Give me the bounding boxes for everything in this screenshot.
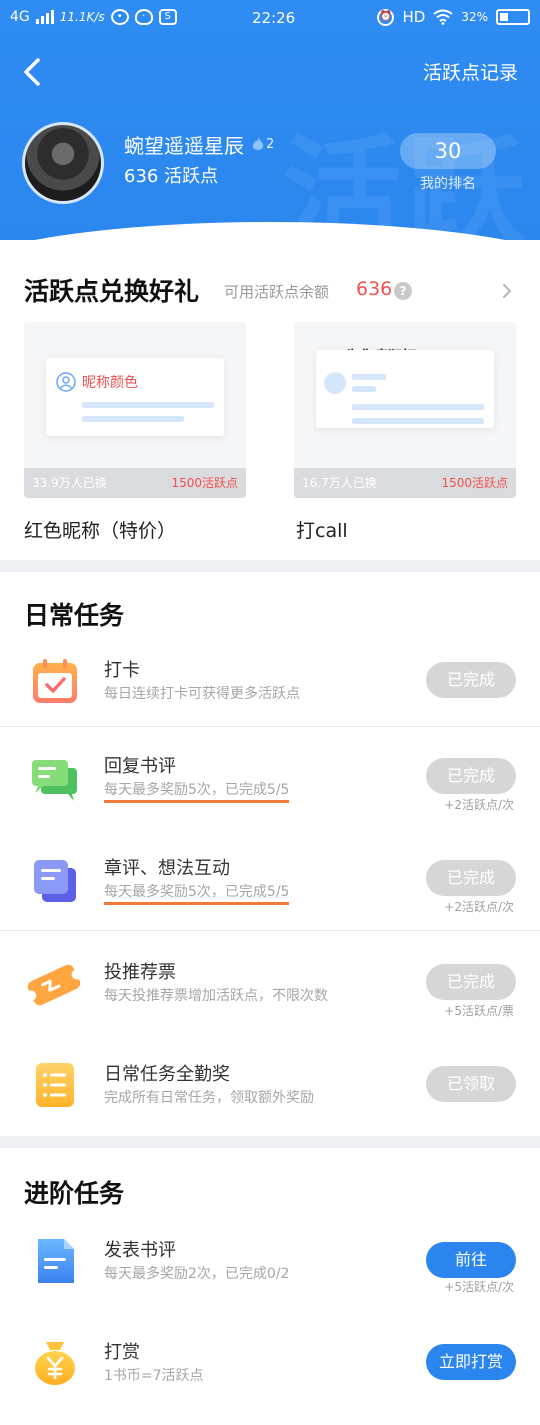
status-bar: 4G 11.1K/s • · S 22:26 ⏰ HD 32%	[0, 0, 540, 36]
gift-card-call[interactable]: 为你疯狂打Call 16.7万人已换 1500活跃点	[294, 322, 516, 498]
network-label: 4G	[10, 9, 30, 25]
task-reward: +2活跃点/次	[444, 900, 514, 914]
calendar-check-icon	[33, 659, 77, 703]
gift-preview: 昵称颜色	[46, 358, 224, 436]
signal-icon	[35, 10, 54, 24]
user-name-row: 蜿望遥遥星辰 2	[124, 130, 274, 159]
task-desc: 每日连续打卡可获得更多活跃点	[104, 686, 300, 702]
task-title: 投推荐票	[104, 962, 176, 983]
task-claimed-button[interactable]: 已领取	[426, 1066, 516, 1102]
wechat-icon: •	[110, 9, 129, 25]
row-separator	[0, 930, 540, 931]
task-row-chapter-comment: 章评、想法互动 每天最多奖励5次，已完成5/5 已完成 +2活跃点/次	[0, 850, 540, 930]
header-banner: 活跃	[0, 0, 540, 240]
task-desc: 每天最多奖励5次，已完成5/5	[104, 881, 290, 905]
task-desc: 每天最多奖励2次，已完成0/2	[104, 1266, 290, 1282]
qq-icon: ·	[134, 9, 153, 25]
task-row-tip: 打赏 1书币=7活跃点 立即打赏	[0, 1334, 540, 1406]
balance-label: 可用活跃点余额	[224, 283, 330, 301]
preview-line	[352, 418, 484, 424]
task-title: 打卡	[104, 660, 140, 681]
user-icon	[56, 372, 76, 392]
gift-card-nickname-color[interactable]: 昵称颜色 33.9万人已换 1500活跃点	[24, 322, 246, 498]
balance-value: 636	[356, 278, 393, 300]
task-done-button[interactable]: 已完成	[426, 860, 516, 896]
level-value: 2	[266, 137, 275, 152]
task-reward: +5活跃点/次	[444, 1280, 514, 1294]
gift-preview	[316, 350, 494, 428]
gift-cost: 1500活跃点	[441, 476, 508, 490]
advanced-section-title: 进阶任务	[24, 1179, 125, 1208]
ticket-icon	[26, 964, 82, 1006]
wifi-icon	[433, 9, 453, 25]
rank-value[interactable]: 30	[400, 133, 496, 169]
hd-label: HD	[402, 8, 426, 26]
task-desc: 每天投推荐票增加活跃点，不限次数	[104, 988, 328, 1004]
username: 蜿望遥遥星辰	[124, 134, 244, 158]
task-done-button[interactable]: 已完成	[426, 964, 516, 1000]
exchange-section-title: 活跃点兑换好礼	[24, 277, 200, 306]
gift-name[interactable]: 打call	[296, 516, 348, 543]
document-icon	[38, 1239, 74, 1283]
task-title: 发表书评	[104, 1240, 176, 1261]
network-speed: 11.1K/s	[59, 10, 105, 24]
alarm-icon: ⏰	[377, 8, 395, 26]
money-bag-icon	[35, 1342, 75, 1385]
section-divider	[0, 560, 540, 572]
chat-bubble-icon	[32, 760, 77, 801]
user-points: 636 活跃点	[124, 166, 219, 187]
document-stack-icon	[34, 860, 76, 902]
checklist-icon	[36, 1063, 74, 1107]
task-title: 章评、想法互动	[104, 858, 230, 879]
task-reward: +2活跃点/次	[444, 798, 514, 812]
tip-now-button[interactable]: 立即打赏	[426, 1344, 516, 1380]
task-desc: 完成所有日常任务，领取额外奖励	[104, 1090, 314, 1106]
task-row-reply-review: 回复书评 每天最多奖励5次，已完成5/5 已完成 +2活跃点/次	[0, 748, 540, 828]
go-button[interactable]: 前往	[426, 1242, 516, 1278]
task-row-post-review: 发表书评 每天最多奖励2次，已完成0/2 前往 +5活跃点/次	[0, 1234, 540, 1314]
gift-cost: 1500活跃点	[171, 476, 238, 490]
daily-section-title: 日常任务	[24, 601, 125, 630]
task-title: 打赏	[104, 1342, 140, 1363]
gift-redeemed-count: 33.9万人已换	[32, 476, 107, 490]
task-desc: 每天最多奖励5次，已完成5/5	[104, 779, 290, 803]
header-watermark: 活跃	[282, 125, 530, 240]
task-row-attendance-bonus: 日常任务全勤奖 完成所有日常任务，领取额外奖励 已领取	[0, 1058, 540, 1122]
task-row-recommend-vote: 投推荐票 每天投推荐票增加活跃点，不限次数 已完成 +5活跃点/票	[0, 954, 540, 1034]
gift-footer: 16.7万人已换 1500活跃点	[294, 468, 516, 498]
task-done-button[interactable]: 已完成	[426, 758, 516, 794]
preview-line	[352, 386, 376, 392]
row-separator	[0, 726, 540, 727]
battery-percent: 32%	[461, 10, 488, 24]
level-badge: 2	[252, 137, 274, 152]
chevron-right-icon[interactable]	[498, 282, 516, 300]
gift-redeemed-count: 16.7万人已换	[302, 476, 377, 490]
preview-line	[82, 402, 214, 408]
gift-footer: 33.9万人已换 1500活跃点	[24, 468, 246, 498]
task-title: 回复书评	[104, 756, 176, 777]
task-reward: +5活跃点/票	[444, 1004, 514, 1018]
flame-icon	[252, 137, 264, 150]
preview-line	[352, 374, 386, 380]
app-notification-icon: S	[158, 9, 177, 25]
task-title: 日常任务全勤奖	[104, 1064, 230, 1085]
preview-avatar	[324, 372, 346, 394]
section-divider	[0, 1136, 540, 1148]
rank-label: 我的排名	[420, 176, 476, 192]
preview-line	[82, 416, 184, 422]
task-desc: 1书币=7活跃点	[104, 1368, 204, 1384]
battery-icon	[496, 9, 530, 25]
points-record-link[interactable]: 活跃点记录	[423, 58, 518, 85]
help-icon[interactable]: ?	[394, 282, 412, 300]
task-done-button[interactable]: 已完成	[426, 662, 516, 698]
preview-line	[352, 404, 484, 410]
back-arrow-icon[interactable]	[16, 54, 52, 90]
clock: 22:26	[252, 9, 296, 27]
gift-preview-text: 昵称颜色	[82, 375, 138, 391]
gift-name[interactable]: 红色昵称（特价）	[24, 516, 176, 543]
task-row-checkin: 打卡 每日连续打卡可获得更多活跃点 已完成	[0, 652, 540, 726]
avatar[interactable]	[22, 122, 104, 204]
